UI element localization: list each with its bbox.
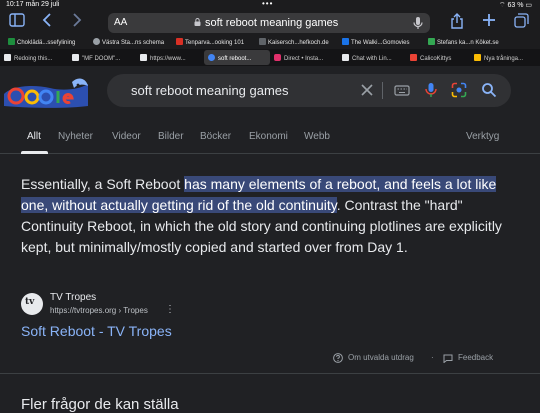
browser-tab[interactable]: Chat with Lin... [342,50,408,65]
featured-snippet-text: Essentially, a Soft Reboot has many elem… [21,176,502,255]
bookmark-favicon-icon [342,38,349,45]
tab-videos[interactable]: Videor [112,131,141,142]
about-featured-snippets-link[interactable]: Om utvalda utdrag [348,353,414,362]
active-tab-indicator [21,151,48,154]
more-options-icon[interactable]: ⋮ [165,304,175,315]
bookmark-favicon-icon [428,38,435,45]
bookmark-item[interactable]: Kaisersch...hefkoch.de [259,38,329,46]
result-source[interactable]: tv TV Tropes https://tvtropes.org › Trop… [21,290,321,318]
bookmark-favicon-icon [93,38,100,45]
tab-finance[interactable]: Ekonomi [249,131,288,142]
share-icon[interactable] [448,13,466,31]
clear-icon[interactable] [359,82,375,98]
voice-search-icon[interactable] [423,82,439,98]
source-name[interactable]: TV Tropes [50,292,96,303]
search-box[interactable]: soft reboot meaning games [107,74,511,107]
tab-favicon-icon [342,54,349,61]
tools-button[interactable]: Verktyg [466,131,499,142]
bookmark-favicon-icon [8,38,15,45]
tab-favicon-icon [410,54,417,61]
help-icon[interactable] [333,353,343,363]
browser-tab-active[interactable]: soft reboot... [204,50,270,65]
tab-web[interactable]: Webb [304,131,330,142]
lens-icon[interactable] [451,82,467,98]
tv-tropes-favicon-icon: tv [21,293,43,315]
bookmark-item[interactable]: Tenparva...ooking 101 [176,38,244,46]
tab-overview-icon[interactable] [512,13,530,31]
bookmark-item[interactable]: Stefans ka...n Köket.se [428,38,499,46]
footer-separator: · [431,353,434,362]
reader-aa-button[interactable]: AA [114,17,127,28]
sidebar-icon[interactable] [8,13,26,31]
bookmark-favicon-icon [259,38,266,45]
keyboard-icon[interactable] [394,82,410,98]
status-time: 10:17 mån 29 juli [6,1,60,8]
browser-tab[interactable]: Redoing this... [4,50,70,65]
lock-icon [194,18,201,26]
address-bar[interactable]: AA soft reboot meaning games [108,13,430,33]
forward-icon[interactable] [68,13,86,31]
tab-favicon-icon [474,54,481,61]
browser-tab[interactable]: CalicoKittys [410,50,472,65]
tab-books[interactable]: Böcker [200,131,231,142]
snippet-footer: Om utvalda utdrag · Feedback [0,351,540,367]
tab-favicon-icon [4,54,11,61]
microphone-icon[interactable] [412,16,424,30]
tab-favicon-icon [208,54,215,61]
battery-indicator: ⌔ 63 % ▭ [498,2,532,9]
tab-bar: Redoing this... "MF DOOM"... https://www… [0,49,540,66]
bookmarks-bar: Choklädä...ssefylining Västra Sta...ns s… [0,36,540,49]
tab-news[interactable]: Nyheter [58,131,93,142]
address-text[interactable]: soft reboot meaning games [205,17,338,29]
tab-favicon-icon [72,54,79,61]
multitask-dots[interactable]: ••• [262,0,273,8]
result-title-link[interactable]: Soft Reboot - TV Tropes [21,323,172,339]
feedback-link[interactable]: Feedback [458,353,493,362]
bookmark-item[interactable]: Choklädä...ssefylining [8,38,75,46]
feedback-icon[interactable] [443,354,453,363]
bookmark-item[interactable]: The Walki...Gomovies [342,38,409,46]
browser-tab[interactable]: https://www... [140,50,206,65]
tab-all[interactable]: Allt [27,131,41,142]
google-header: soft reboot meaning games [0,66,540,118]
status-bar: 10:17 mån 29 juli ••• ⌔ 63 % ▭ [0,0,540,10]
google-doodle-logo[interactable] [2,76,90,110]
search-divider [382,82,383,99]
bookmark-favicon-icon [176,38,183,45]
tab-images[interactable]: Bilder [158,131,184,142]
back-icon[interactable] [38,13,56,31]
browser-tab[interactable]: Nya tråninga... [474,50,538,65]
tab-favicon-icon [140,54,147,61]
search-nav: Allt Nyheter Videor Bilder Böcker Ekonom… [0,118,540,154]
browser-tab[interactable]: "MF DOOM"... [72,50,138,65]
bookmark-item[interactable]: Västra Sta...ns schema [93,38,164,46]
search-icon[interactable] [481,82,497,98]
browser-tab[interactable]: Direct • Insta... [274,50,340,65]
browser-toolbar: AA soft reboot meaning games [0,10,540,36]
tab-favicon-icon [274,54,281,61]
new-tab-icon[interactable] [480,13,498,31]
section-divider [0,373,540,374]
source-url[interactable]: https://tvtropes.org › Tropes [50,306,148,315]
search-input[interactable]: soft reboot meaning games [131,83,289,98]
